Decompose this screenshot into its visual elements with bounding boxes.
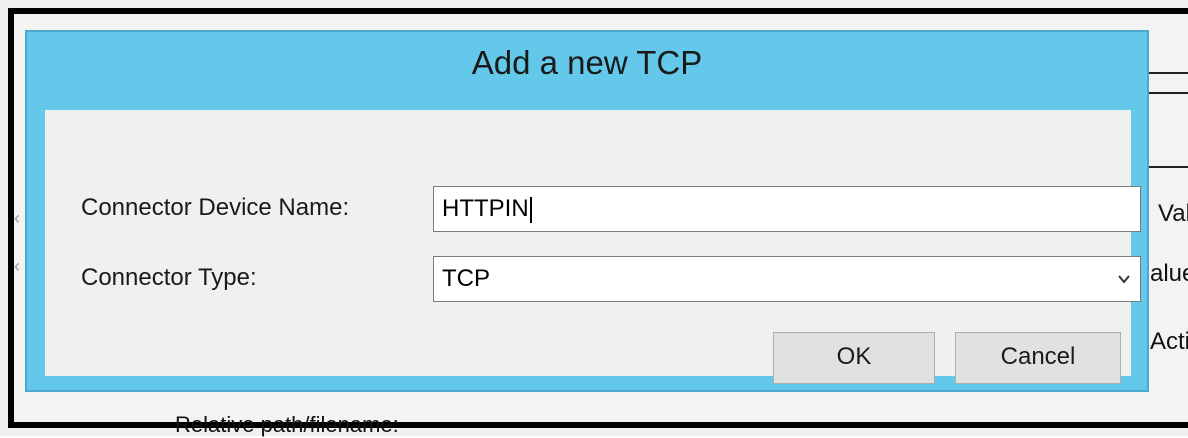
- cancel-button[interactable]: Cancel: [955, 332, 1121, 384]
- connector-type-label: Connector Type:: [81, 264, 257, 291]
- background-divider: [1148, 72, 1188, 74]
- background-chevron-icon: ‹: [14, 256, 20, 276]
- connector-type-value: TCP: [442, 265, 490, 292]
- dialog-title: Add a new TCP: [471, 44, 703, 81]
- background-divider: [1148, 166, 1188, 168]
- background-relative-path-label: Relative path/filename:: [175, 412, 399, 437]
- background-label-value: Val: [1158, 200, 1188, 227]
- dialog-body: Connector Device Name: HTTPIN Connector …: [45, 110, 1141, 384]
- chevron-down-icon: [1118, 275, 1130, 284]
- background-chevron-icon: ‹: [14, 208, 20, 228]
- connector-device-name-value: HTTPIN: [442, 195, 529, 222]
- background-divider: [1148, 92, 1188, 94]
- connector-type-select[interactable]: TCP: [433, 256, 1141, 302]
- connector-device-name-label: Connector Device Name:: [81, 194, 350, 221]
- add-tcp-dialog: Add a new TCP Connector Device Name: HTT…: [25, 30, 1149, 392]
- background-label-action: Acti: [1150, 328, 1188, 355]
- background-label-value: alue: [1150, 260, 1188, 287]
- ok-button[interactable]: OK: [773, 332, 935, 384]
- text-caret: [529, 196, 532, 223]
- connector-device-name-input[interactable]: HTTPIN: [433, 186, 1141, 232]
